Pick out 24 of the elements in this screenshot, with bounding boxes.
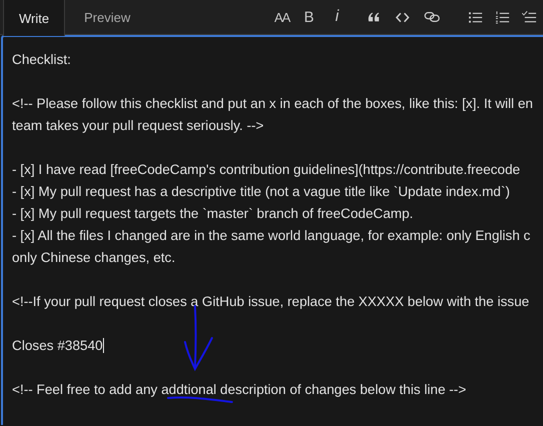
text-line: Checklist: — [12, 52, 71, 66]
bullet-list-icon[interactable] — [468, 10, 483, 24]
text-line: team takes your pull request seriously. --> — [12, 118, 264, 132]
quote-icon[interactable] — [366, 10, 380, 24]
text-line: - [x] I have read [freeCodeCamp's contribution guidelines](https://contribute.freecode — [12, 162, 520, 176]
text-line: - [x] My pull request has a descriptive title (not a vague title like `Update index.md`) — [12, 184, 510, 198]
text-line: only Chinese changes, etc. — [12, 250, 176, 264]
text-line: <!-- Please follow this checklist and put an x in each of the boxes, like this: [x]. It will en — [12, 96, 533, 110]
text-line: <!-- Feel free to add any addtional description of changes below this line --> — [12, 382, 466, 396]
arrow-annotation — [184, 305, 213, 370]
tab[interactable]: Preview — [65, 0, 150, 35]
heading-button[interactable]: AA — [269, 7, 295, 27]
underline-annotation — [167, 396, 233, 403]
numbered-list-icon[interactable] — [495, 10, 510, 24]
italic-button[interactable]: i — [323, 7, 351, 27]
text-line: - [x] My pull request targets the `master` branch of freeCodeCamp. — [12, 206, 414, 220]
task-list-icon[interactable] — [522, 10, 537, 24]
tab[interactable]: Write — [3, 0, 66, 36]
bold-button[interactable]: B — [295, 7, 323, 27]
text-line: <!--If your pull request closes a GitHub issue, replace the XXXXX below with the issue — [12, 294, 530, 308]
text-line: Closes #38540 — [12, 338, 103, 352]
link-icon[interactable] — [424, 10, 440, 24]
text-line: - [x] All the files I changed are in the same world language, for example: only English c — [12, 228, 530, 242]
text-editor[interactable] — [1, 35, 543, 425]
